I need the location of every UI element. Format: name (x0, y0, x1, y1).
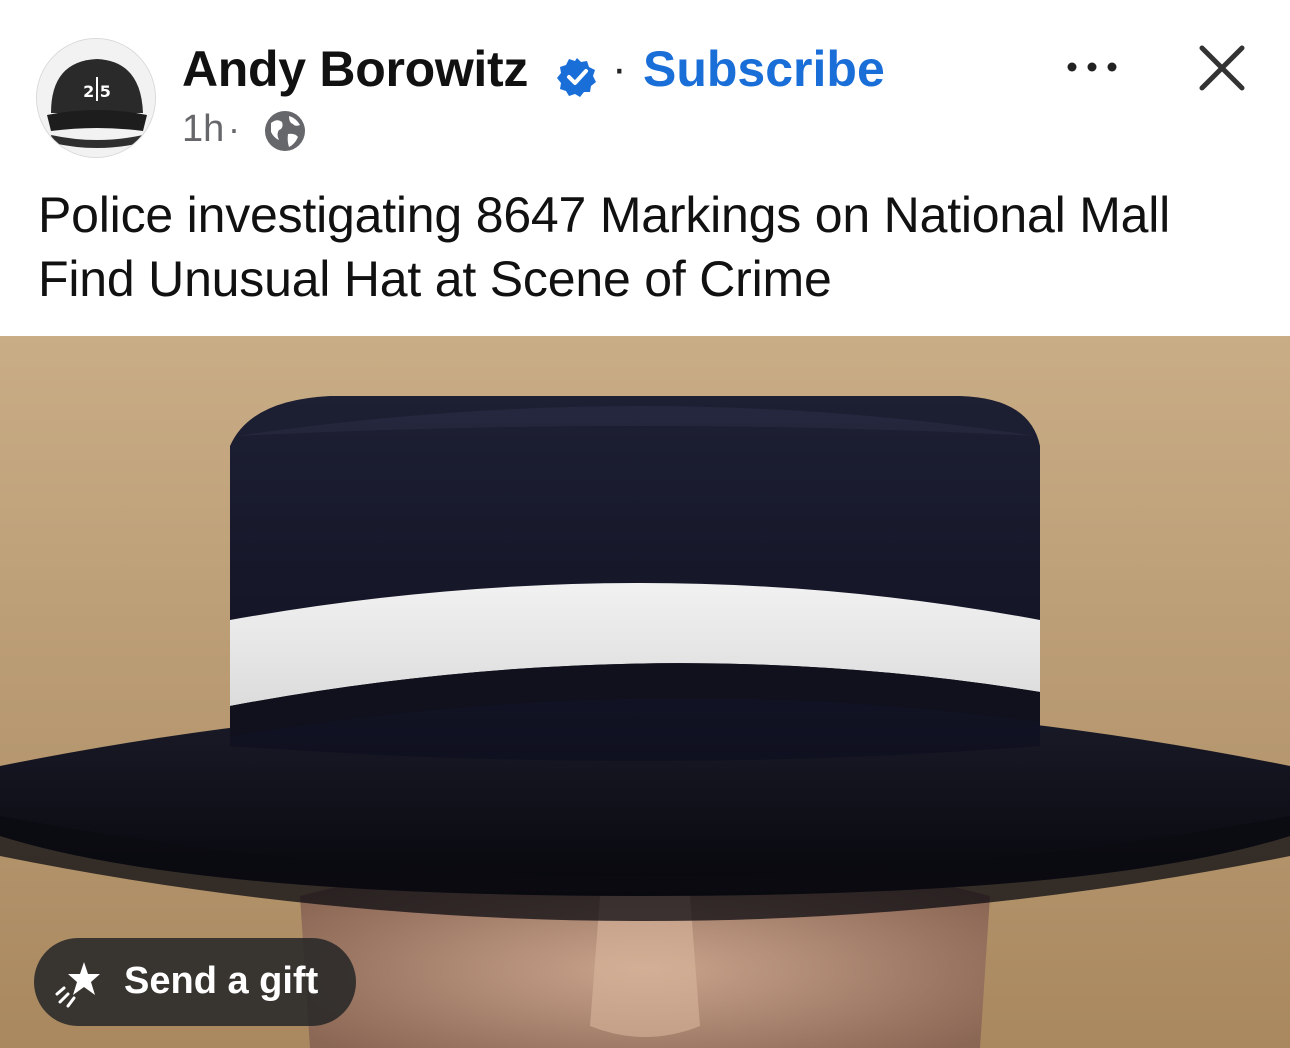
subscribe-button[interactable]: Subscribe (643, 40, 885, 98)
header-separator: · (612, 44, 627, 93)
send-gift-button[interactable]: Send a gift (34, 938, 356, 1026)
gift-sparkle-icon (55, 962, 100, 1008)
author-name[interactable]: Andy Borowitz (182, 40, 528, 98)
author-avatar[interactable]: 2 5 (36, 38, 156, 158)
globe-icon (265, 111, 305, 151)
more-options-icon[interactable] (1060, 52, 1124, 82)
verified-badge-icon (557, 58, 596, 97)
post-text: Police investigating 8647 Markings on Na… (38, 187, 1171, 307)
close-icon[interactable] (1194, 40, 1250, 96)
post-timestamp[interactable]: 1h (182, 108, 224, 151)
meta-separator: · (228, 108, 240, 149)
cap-avatar-image: 2 5 (37, 39, 155, 157)
send-gift-label: Send a gift (124, 960, 319, 1002)
post-card: 2 5 Andy Borowitz · Subscribe 1h · Polic… (0, 0, 1290, 1048)
